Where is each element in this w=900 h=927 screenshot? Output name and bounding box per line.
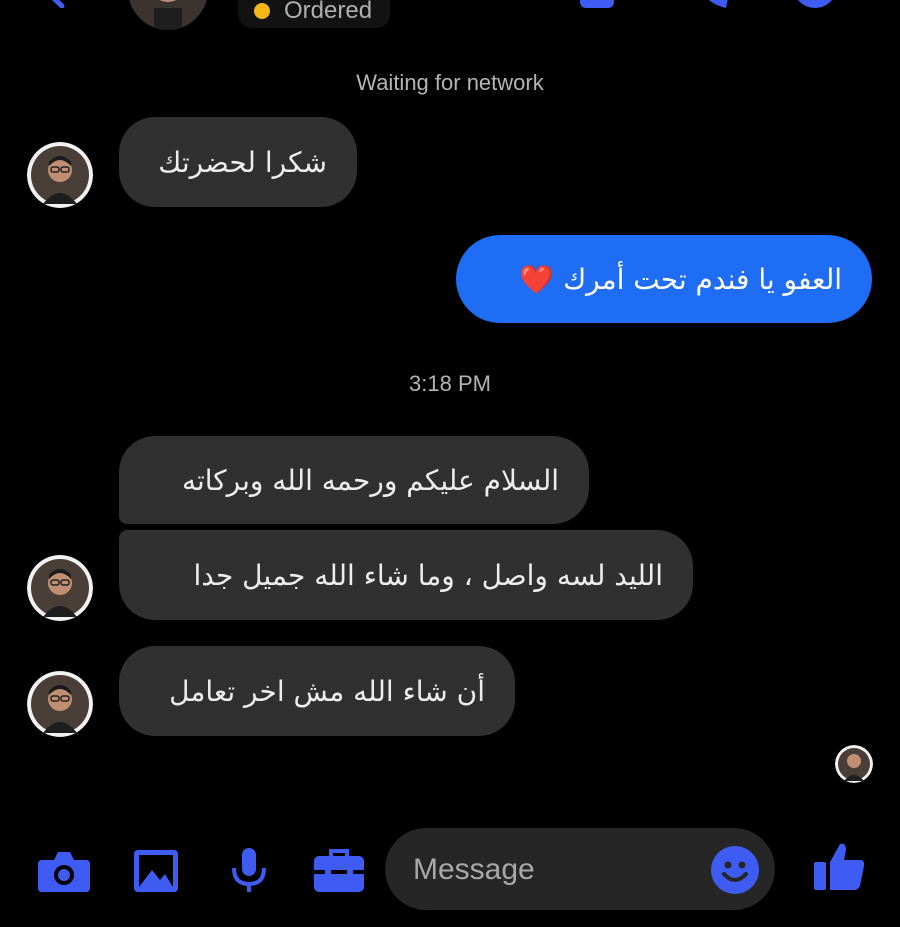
read-receipt-avatar bbox=[835, 745, 873, 783]
message-text: أن شاء الله مش اخر تعامل bbox=[169, 674, 485, 708]
thumbs-up-icon[interactable] bbox=[812, 840, 866, 894]
gallery-icon[interactable] bbox=[132, 848, 184, 894]
phone-icon[interactable] bbox=[692, 0, 732, 10]
message-bubble-outgoing[interactable]: العفو يا فندم تحت أمرك ❤️ bbox=[456, 235, 872, 323]
sender-avatar[interactable] bbox=[27, 671, 93, 737]
message-text: السلام عليكم ورحمه الله وبركاته bbox=[181, 463, 559, 497]
message-field[interactable] bbox=[385, 828, 775, 910]
message-bubble[interactable]: شكرا لحضرتك bbox=[119, 117, 357, 207]
sender-avatar[interactable] bbox=[27, 555, 93, 621]
video-icon[interactable] bbox=[580, 0, 620, 10]
status-dot bbox=[254, 3, 270, 19]
message-input[interactable] bbox=[411, 846, 695, 894]
emoji-icon[interactable] bbox=[711, 846, 759, 894]
status-label: Ordered bbox=[284, 0, 373, 24]
message-bubble[interactable]: أن شاء الله مش اخر تعامل bbox=[119, 646, 515, 736]
sender-avatar[interactable] bbox=[27, 142, 93, 208]
message-text: الليد لسه واصل ، وما شاء الله جميل جدا bbox=[193, 558, 663, 592]
order-status-badge[interactable]: Ordered bbox=[238, 0, 391, 28]
timestamp: 3:18 PM bbox=[409, 371, 491, 396]
toolbox-icon[interactable] bbox=[314, 848, 366, 894]
camera-icon[interactable] bbox=[38, 848, 90, 894]
message-bubble[interactable]: السلام عليكم ورحمه الله وبركاته bbox=[119, 436, 589, 524]
microphone-icon[interactable] bbox=[226, 848, 278, 894]
message-text: العفو يا فندم تحت أمرك ❤️ bbox=[519, 262, 842, 296]
message-bubble[interactable]: الليد لسه واصل ، وما شاء الله جميل جدا bbox=[119, 530, 693, 620]
network-notice: Waiting for network bbox=[356, 70, 544, 95]
info-icon[interactable] bbox=[795, 0, 835, 10]
contact-avatar[interactable] bbox=[128, 0, 208, 30]
message-text: شكرا لحضرتك bbox=[158, 145, 327, 179]
back-icon[interactable] bbox=[40, 0, 70, 8]
